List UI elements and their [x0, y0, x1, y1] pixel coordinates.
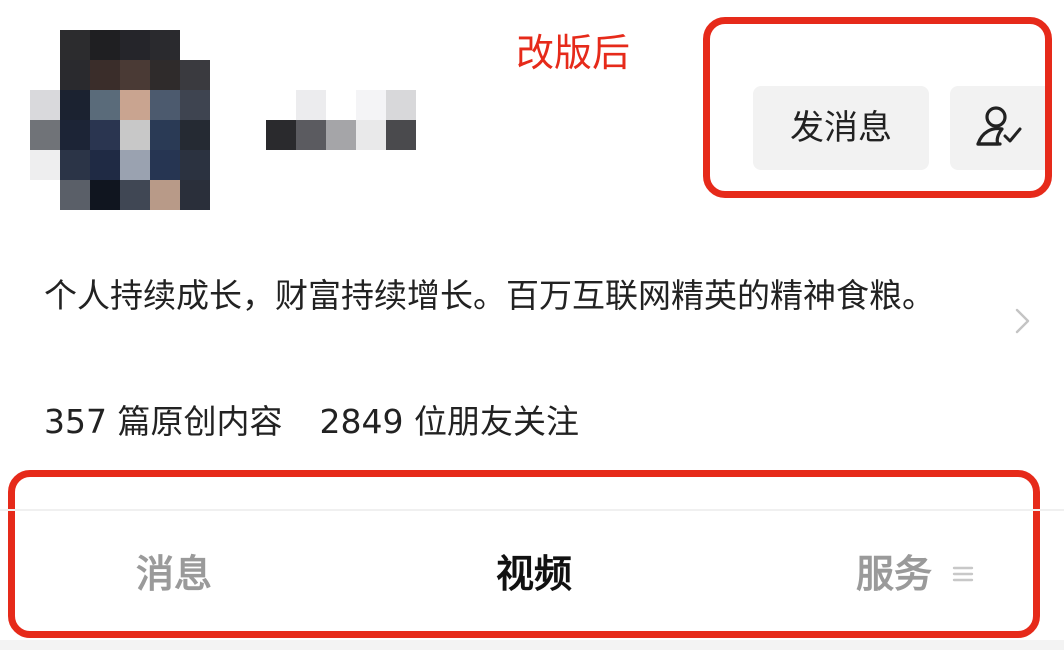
tab-services[interactable]: 服务: [856, 545, 932, 603]
tab-video[interactable]: 视频: [496, 545, 572, 603]
articles-count: 357: [44, 402, 107, 441]
articles-label: 篇原创内容: [117, 402, 283, 441]
bottom-edge: [0, 640, 1064, 650]
profile-stats: 357 篇原创内容 2849 位朋友关注: [44, 398, 579, 446]
followers-count: 2849: [319, 402, 404, 441]
tab-messages[interactable]: 消息: [136, 545, 212, 603]
followers-label: 位朋友关注: [413, 402, 579, 441]
annotation-label: 改版后: [516, 31, 631, 75]
menu-icon[interactable]: [952, 564, 974, 584]
person-check-icon: [976, 106, 1022, 146]
chevron-right-icon[interactable]: [1014, 306, 1032, 336]
avatar-pixelated[interactable]: [30, 30, 210, 210]
send-message-button[interactable]: 发消息: [753, 86, 929, 170]
section-divider: [0, 509, 1064, 511]
profile-bio[interactable]: 个人持续成长，财富持续增长。百万互联网精英的精神食粮。: [44, 268, 1004, 324]
following-button[interactable]: [950, 86, 1050, 170]
account-name-pixelated: [266, 90, 416, 150]
